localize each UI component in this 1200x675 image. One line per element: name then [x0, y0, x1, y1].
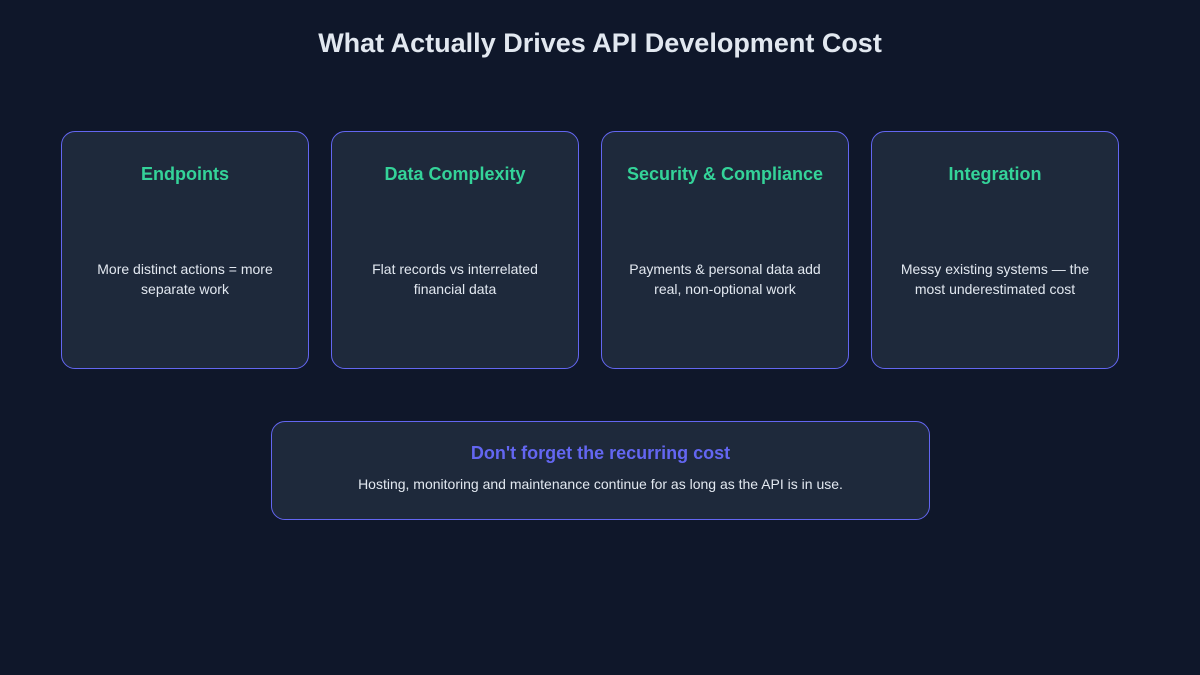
card-title: Security & Compliance [626, 164, 824, 184]
card-description: More distinct actions = more separate wo… [97, 261, 273, 297]
card-description: Payments & personal data add real, non-o… [629, 261, 821, 297]
card-description: Flat records vs interrelated financial d… [372, 261, 538, 297]
card-endpoints: Endpoints More distinct actions = more s… [61, 131, 309, 369]
card-security-compliance: Security & Compliance Payments & persona… [601, 131, 849, 369]
diagram-title: What Actually Drives API Development Cos… [318, 28, 882, 58]
recurring-cost-note: Don't forget the recurring cost Hosting,… [271, 421, 930, 520]
card-data-complexity: Data Complexity Flat records vs interrel… [331, 131, 579, 369]
note-title: Don't forget the recurring cost [470, 443, 731, 463]
card-title: Integration [948, 164, 1042, 184]
card-integration: Integration Messy existing systems — the… [871, 131, 1119, 369]
card-title: Data Complexity [384, 164, 526, 184]
note-description: Hosting, monitoring and maintenance cont… [358, 476, 843, 492]
card-description: Messy existing systems — the most undere… [900, 261, 1090, 297]
card-title: Endpoints [141, 164, 229, 184]
